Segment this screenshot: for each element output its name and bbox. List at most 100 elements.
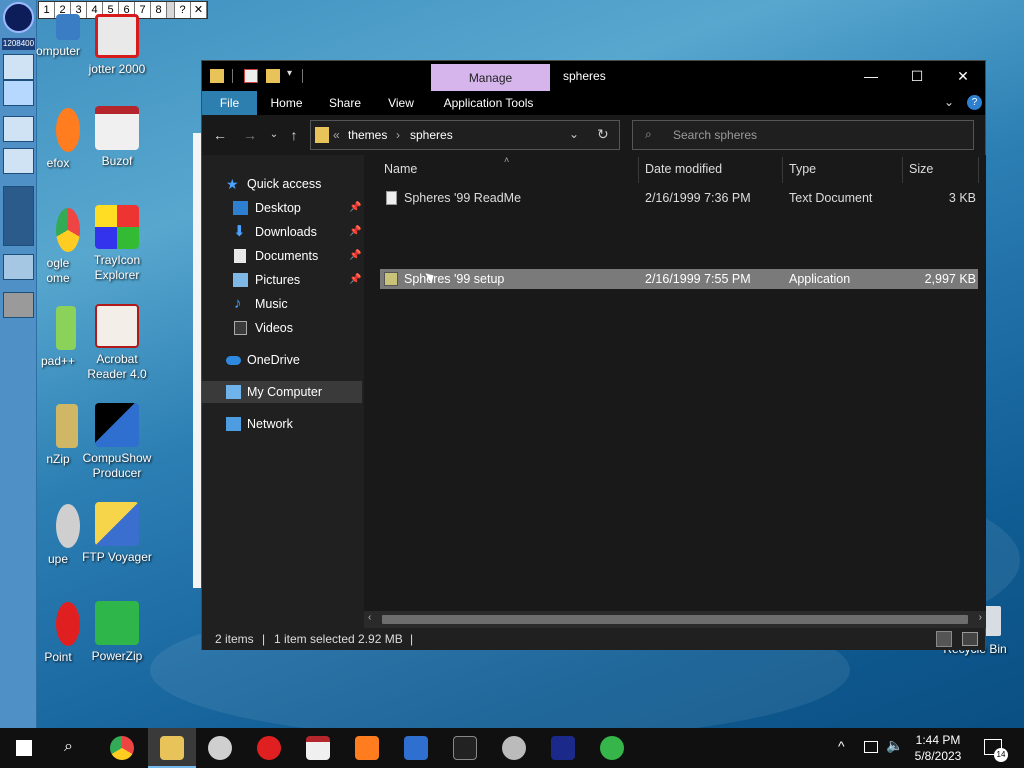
column-separator[interactable] bbox=[782, 157, 783, 183]
selection-info: 1 item selected 2.92 MB bbox=[274, 632, 403, 646]
winzip-icon bbox=[56, 404, 78, 448]
tab-application-tools[interactable]: Application Tools bbox=[436, 91, 541, 115]
column-size[interactable]: Size bbox=[909, 161, 933, 185]
videos-icon bbox=[234, 321, 247, 335]
folder-icon bbox=[160, 736, 184, 760]
desktop-icon-notepad[interactable]: pad++ bbox=[20, 306, 80, 369]
refresh-icon[interactable]: ↻ bbox=[597, 126, 609, 143]
breadcrumb-themes[interactable]: themes bbox=[348, 128, 387, 142]
taskbar-app-snoop[interactable] bbox=[196, 728, 244, 768]
scrollbar-thumb[interactable] bbox=[382, 615, 968, 624]
nav-my-computer[interactable]: My Computer bbox=[202, 381, 362, 403]
breadcrumb-overflow[interactable]: « bbox=[333, 128, 340, 142]
new-folder-icon[interactable] bbox=[266, 69, 280, 83]
address-bar[interactable]: « themes › spheres ⌄ ↻ bbox=[310, 120, 620, 150]
start-button[interactable] bbox=[0, 728, 48, 768]
ribbon-tabs: File Home Share View Application Tools ⌄… bbox=[202, 91, 985, 115]
column-date-modified[interactable]: Date modified bbox=[645, 161, 722, 185]
nav-music[interactable]: ♪ Music bbox=[202, 293, 362, 315]
column-name[interactable]: Name bbox=[384, 161, 417, 185]
clock[interactable]: 1:44 PM 5/8/2023 bbox=[905, 732, 971, 764]
background-window-edge bbox=[193, 133, 201, 588]
desktop-icon-buzof[interactable]: Buzof bbox=[77, 106, 157, 169]
nav-documents[interactable]: Documents 📌 bbox=[202, 245, 362, 267]
windows-icon bbox=[16, 740, 32, 756]
forward-arrow-icon[interactable]: → bbox=[240, 125, 260, 145]
scroll-right-icon[interactable]: › bbox=[979, 612, 982, 623]
desktop-icon-firefox[interactable]: efox bbox=[20, 108, 80, 171]
pin-icon: 📌 bbox=[349, 250, 362, 261]
nav-pictures[interactable]: Pictures 📌 bbox=[202, 269, 362, 291]
network-icon[interactable] bbox=[864, 741, 878, 753]
nav-quick-access[interactable]: ★ Quick access bbox=[202, 173, 362, 195]
large-icons-view-icon[interactable] bbox=[962, 632, 978, 646]
title-bar[interactable]: ▾ Manage spheres — ☐ ✕ bbox=[202, 61, 985, 91]
file-row-selected[interactable]: Spheres '99 setup 2/16/1999 7:55 PM Appl… bbox=[380, 269, 978, 289]
help-icon[interactable]: ? bbox=[967, 95, 982, 110]
desktop-icon-compushow[interactable]: CompuShow Producer bbox=[77, 403, 157, 481]
taskbar-app-disc[interactable] bbox=[490, 728, 538, 768]
desktop-icon-computer[interactable]: omputer bbox=[20, 14, 80, 59]
taskbar-file-explorer[interactable] bbox=[148, 728, 196, 768]
tab-home[interactable]: Home bbox=[264, 91, 309, 115]
desktop-icon-winzip[interactable]: nZip bbox=[20, 404, 80, 467]
tab-file[interactable]: File bbox=[202, 91, 257, 115]
nav-onedrive[interactable]: OneDrive bbox=[202, 349, 362, 371]
taskbar-app-ftp[interactable] bbox=[392, 728, 440, 768]
taskbar-app-star[interactable] bbox=[539, 728, 587, 768]
properties-icon[interactable] bbox=[244, 69, 258, 83]
terminal-icon bbox=[453, 736, 477, 760]
address-dropdown-icon[interactable]: ⌄ bbox=[569, 127, 579, 141]
column-separator[interactable] bbox=[638, 157, 639, 183]
scroll-left-icon[interactable]: ‹ bbox=[368, 612, 371, 623]
taskbar-app-buzof[interactable] bbox=[294, 728, 342, 768]
disc-icon bbox=[502, 736, 526, 760]
volume-icon[interactable]: 🔈 bbox=[886, 737, 903, 754]
taskbar-app-firefox[interactable] bbox=[343, 728, 391, 768]
column-separator[interactable] bbox=[978, 157, 979, 183]
search-box[interactable]: ⌕ Search spheres bbox=[632, 120, 974, 150]
date-label: 5/8/2023 bbox=[914, 749, 962, 763]
nav-videos[interactable]: Videos bbox=[202, 317, 362, 339]
taskbar-app-terminal[interactable] bbox=[441, 728, 489, 768]
nav-network[interactable]: Network bbox=[202, 413, 362, 435]
dock-monitor-icon[interactable] bbox=[3, 80, 34, 106]
close-button[interactable]: ✕ bbox=[191, 2, 207, 18]
taskbar: ⌕ ^ 🔈 1:44 PM 5/8/2023 14 bbox=[0, 728, 1024, 768]
details-view-icon[interactable] bbox=[936, 631, 952, 647]
tab-share[interactable]: Share bbox=[322, 91, 368, 115]
desktop-icon-powerzip[interactable]: PowerZip bbox=[77, 601, 157, 664]
file-row[interactable]: Spheres '99 ReadMe 2/16/1999 7:36 PM Tex… bbox=[380, 188, 978, 208]
help-button[interactable]: ? bbox=[175, 2, 191, 18]
desktop-icon-powerpoint[interactable]: Point bbox=[20, 602, 80, 665]
acrobat-icon bbox=[95, 304, 139, 348]
horizontal-scrollbar[interactable]: ‹ › bbox=[364, 611, 986, 628]
search-button[interactable]: ⌕ bbox=[48, 728, 96, 768]
expand-ribbon-icon[interactable]: ⌄ bbox=[944, 95, 954, 109]
desktop-icon-jotter[interactable]: jotter 2000 bbox=[77, 14, 157, 77]
manage-tab[interactable]: Manage bbox=[431, 64, 550, 91]
taskbar-chrome[interactable] bbox=[98, 728, 146, 768]
close-button[interactable]: ✕ bbox=[940, 61, 986, 91]
desktop-icon-chrome[interactable]: ogle ome bbox=[20, 208, 80, 286]
minimize-button[interactable]: — bbox=[848, 61, 894, 91]
column-separator[interactable] bbox=[902, 157, 903, 183]
nav-downloads[interactable]: ⬇ Downloads 📌 bbox=[202, 221, 362, 243]
up-arrow-icon[interactable]: ↑ bbox=[284, 125, 304, 145]
desktop-icon-acrobat[interactable]: Acrobat Reader 4.0 bbox=[77, 304, 157, 382]
chevron-up-icon[interactable]: ^ bbox=[838, 738, 845, 754]
desktop-icon-snoop[interactable]: upe bbox=[20, 504, 80, 567]
nav-desktop[interactable]: Desktop 📌 bbox=[202, 197, 362, 219]
tab-view[interactable]: View bbox=[380, 91, 422, 115]
breadcrumb-spheres[interactable]: spheres bbox=[410, 128, 453, 142]
recent-locations-icon[interactable]: ⌄ bbox=[264, 125, 284, 145]
breadcrumb-separator: › bbox=[396, 128, 400, 142]
taskbar-app-rocket[interactable] bbox=[245, 728, 293, 768]
back-arrow-icon[interactable]: ← bbox=[210, 125, 230, 145]
taskbar-app-recycle[interactable] bbox=[588, 728, 636, 768]
maximize-button[interactable]: ☐ bbox=[894, 61, 940, 91]
desktop-icon-trayicon[interactable]: TrayIcon Explorer bbox=[77, 205, 157, 283]
customize-qat-icon[interactable]: ▾ bbox=[287, 68, 292, 79]
desktop-icon-ftpvoyager[interactable]: FTP Voyager bbox=[77, 502, 157, 565]
column-type[interactable]: Type bbox=[789, 161, 816, 185]
